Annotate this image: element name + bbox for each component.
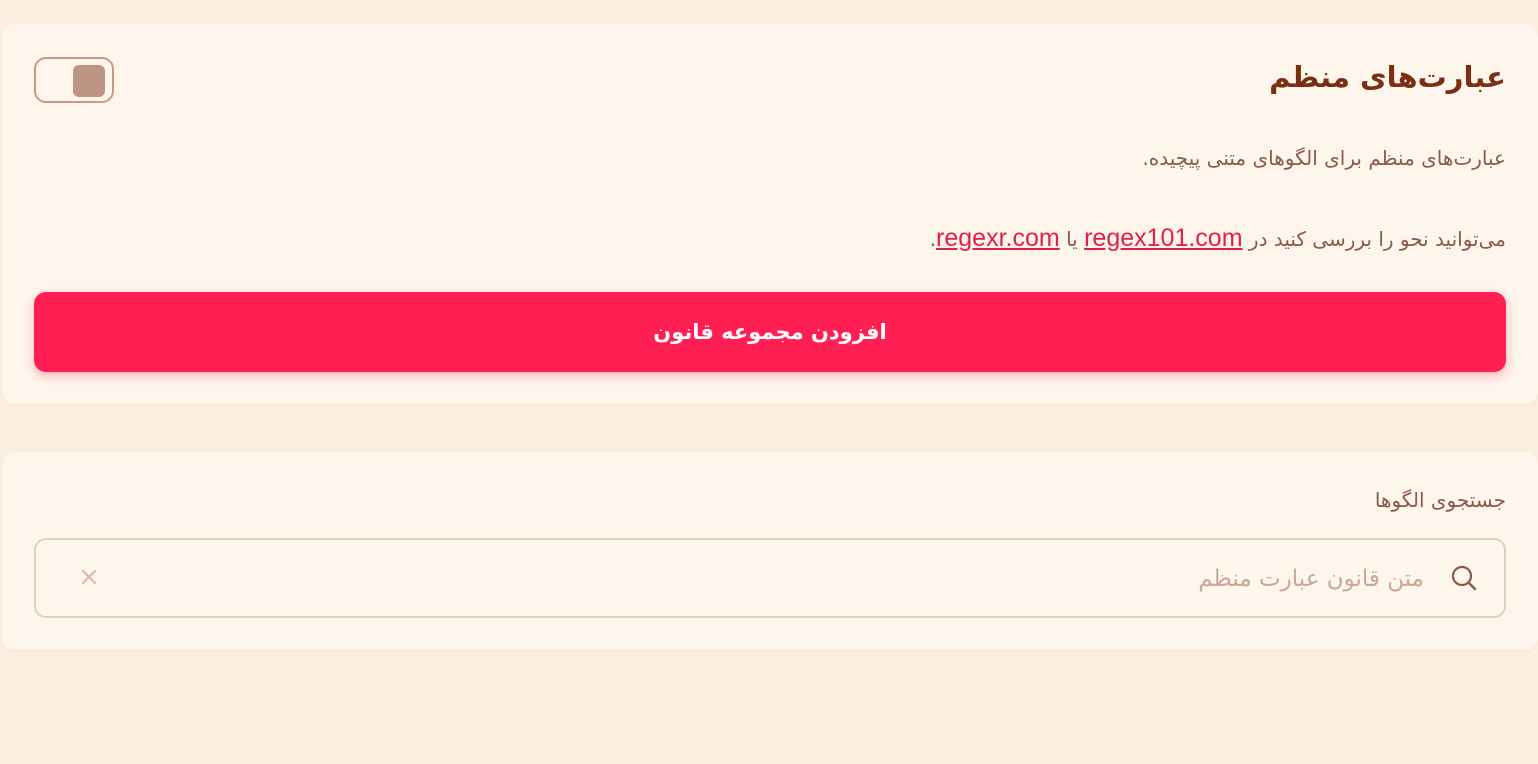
search-patterns-card: جستجوی الگوها xyxy=(2,452,1538,650)
syntax-text-between: یا xyxy=(1066,227,1078,251)
search-label: جستجوی الگوها xyxy=(1374,488,1506,512)
description-text: عبارت‌های منظم برای الگوهای متنی پیچیده. xyxy=(1142,146,1506,170)
regex-rules-card: عبارت‌های منظم عبارت‌های منظم برای الگوه… xyxy=(2,24,1538,404)
syntax-hint: می‌توانید نحو را بررسی کنید در regex101.… xyxy=(930,222,1506,255)
toggle-knob xyxy=(73,65,105,97)
syntax-text-before: می‌توانید نحو را بررسی کنید در xyxy=(1248,227,1506,251)
enable-toggle[interactable] xyxy=(34,57,114,103)
page-title: عبارت‌های منظم xyxy=(1269,60,1506,94)
search-box xyxy=(34,538,1506,618)
add-ruleset-button[interactable]: افزودن مجموعه قانون xyxy=(34,292,1506,372)
close-icon[interactable] xyxy=(78,566,100,588)
regexr-link[interactable]: regexr.com xyxy=(936,224,1060,252)
search-input[interactable] xyxy=(116,554,1426,604)
regex101-link[interactable]: regex101.com xyxy=(1084,224,1242,252)
search-icon xyxy=(1450,564,1478,592)
